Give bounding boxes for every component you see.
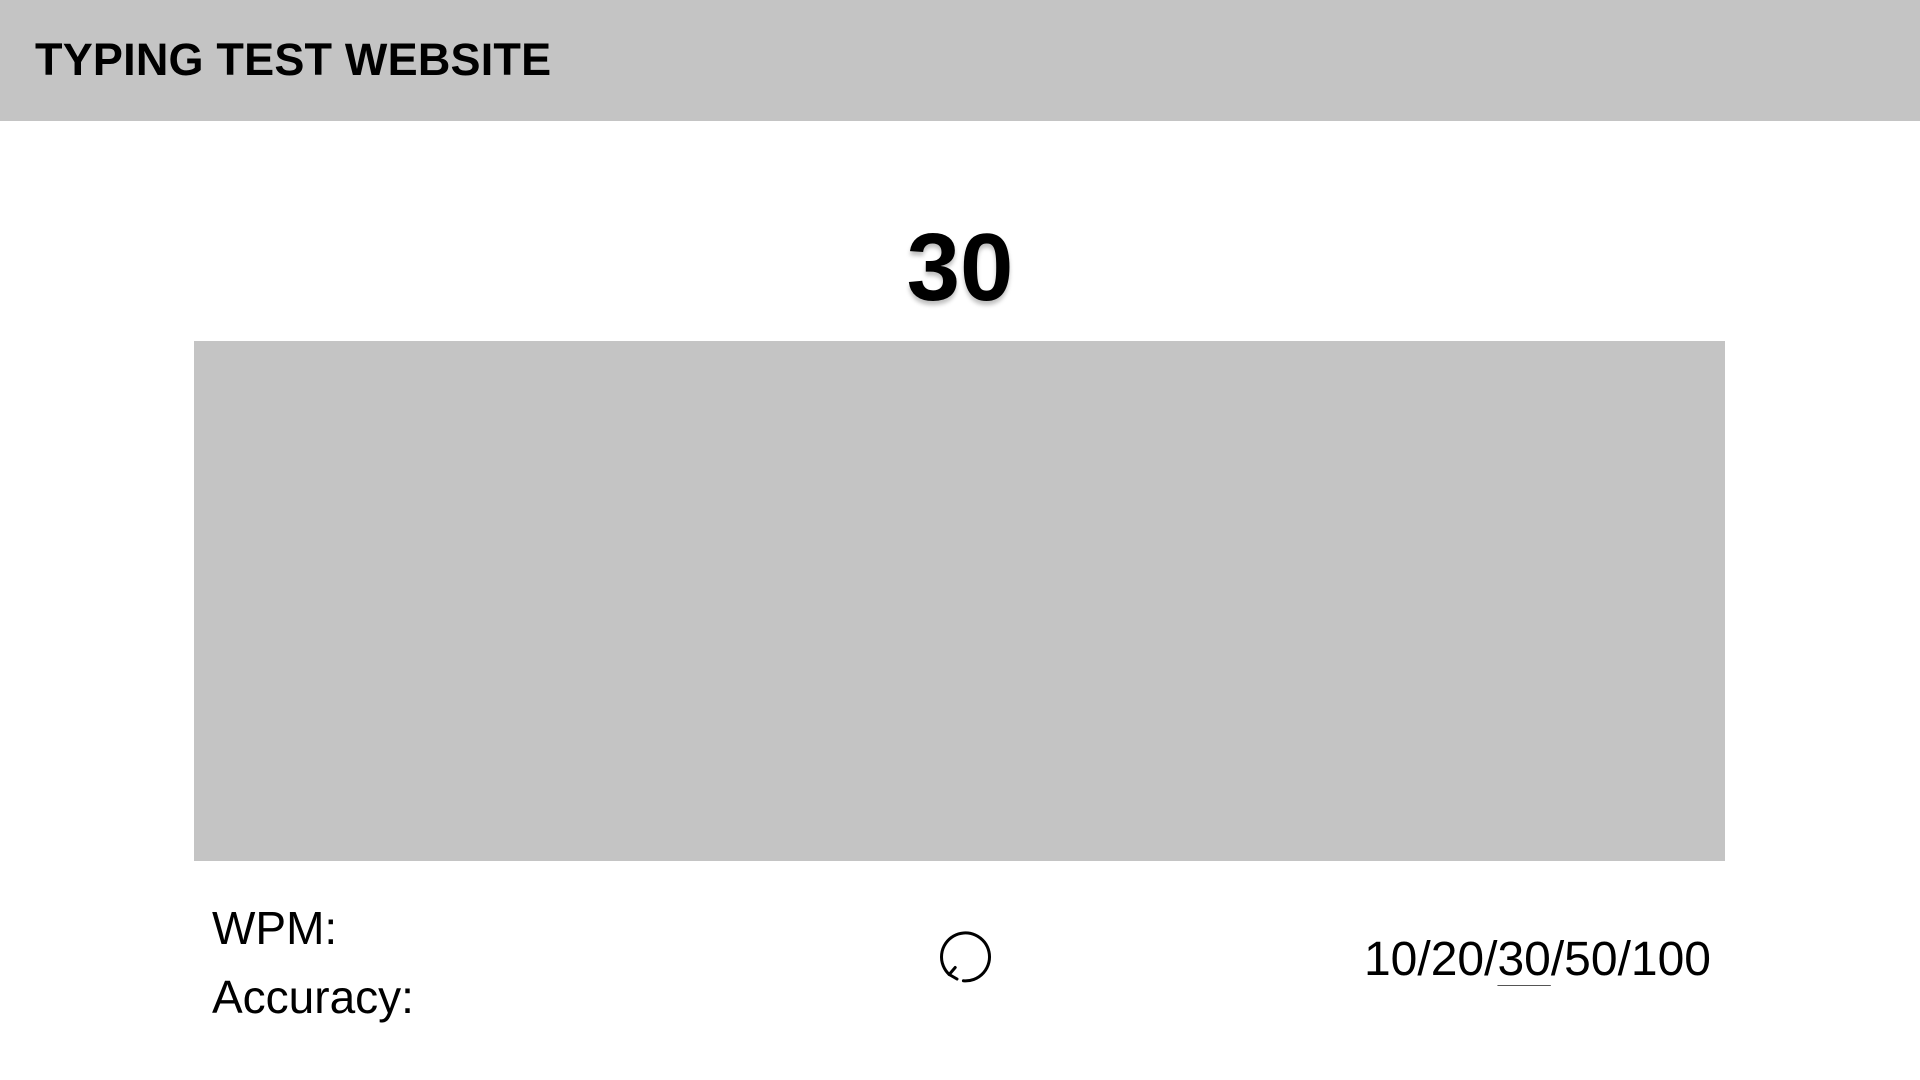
count-option-10[interactable]: 10 bbox=[1364, 933, 1417, 986]
wpm-label: WPM: bbox=[212, 902, 338, 954]
count-option-30[interactable]: 30 bbox=[1497, 933, 1550, 986]
accuracy-label: Accuracy: bbox=[212, 971, 414, 1023]
count-option-50[interactable]: 50 bbox=[1564, 933, 1617, 986]
site-title: TYPING TEST WEBSITE bbox=[35, 34, 552, 85]
word-count-selector: 10/20/30/50/100 bbox=[1364, 930, 1711, 990]
option-separator: / bbox=[1617, 933, 1631, 986]
option-separator: / bbox=[1550, 933, 1565, 986]
typing-text-area[interactable] bbox=[194, 341, 1725, 861]
count-option-100[interactable]: 100 bbox=[1631, 933, 1711, 986]
word-count-display: 30 bbox=[906, 214, 1014, 321]
count-option-20[interactable]: 20 bbox=[1431, 933, 1484, 986]
restart-icon bbox=[928, 925, 992, 989]
header-bar: TYPING TEST WEBSITE bbox=[0, 0, 1920, 121]
option-separator: / bbox=[1417, 933, 1431, 986]
restart-button[interactable] bbox=[928, 925, 992, 989]
option-separator: / bbox=[1484, 933, 1498, 986]
